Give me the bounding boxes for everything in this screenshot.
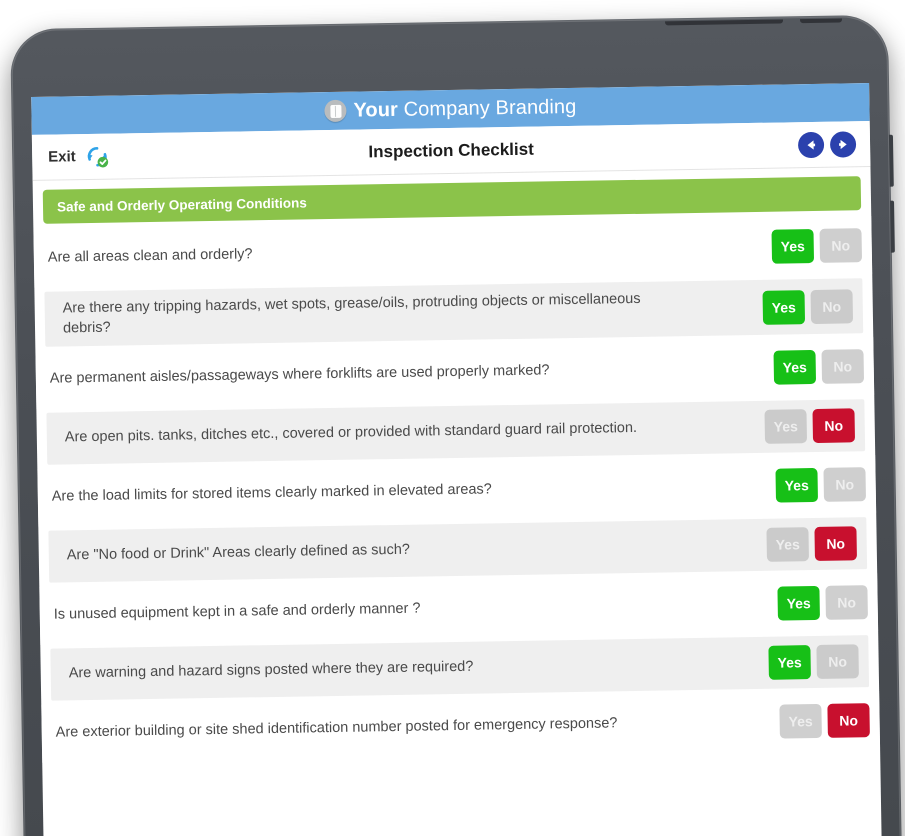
checklist-row: Is unused equipment kept in a safe and o…	[39, 573, 879, 645]
sensor-slit-icon	[800, 18, 843, 24]
yes-button[interactable]: Yes	[773, 350, 817, 385]
exit-button[interactable]: Exit	[48, 143, 110, 170]
question-text: Are there any tripping hazards, wet spot…	[62, 290, 641, 337]
yes-button[interactable]: Yes	[762, 289, 806, 325]
exit-label: Exit	[48, 148, 76, 166]
tablet-device-frame: Your Company Branding Exit Inspection Ch…	[10, 14, 903, 836]
yes-button[interactable]: Yes	[777, 586, 820, 621]
checklist-row: Are exterior building or site shed ident…	[41, 691, 881, 763]
answer-toggle-group: Yes No	[777, 585, 868, 621]
section-header: Safe and Orderly Operating Conditions	[42, 176, 862, 224]
no-button[interactable]: No	[821, 349, 865, 384]
checklist-row: Are warning and hazard signs posted wher…	[50, 635, 870, 701]
answer-toggle-group: Yes No	[768, 644, 859, 680]
yes-button[interactable]: Yes	[766, 527, 809, 562]
nav-arrows	[797, 130, 857, 158]
volume-up-button[interactable]	[888, 134, 894, 187]
checklist-row: Are "No food or Drink" Areas clearly def…	[48, 517, 868, 583]
page-title: Inspection Checklist	[368, 139, 534, 161]
answer-toggle-group: Yes No	[773, 349, 865, 385]
book-logo-icon	[324, 99, 347, 123]
no-button[interactable]: No	[825, 585, 868, 620]
yes-button[interactable]: Yes	[768, 645, 811, 680]
yes-button[interactable]: Yes	[775, 468, 819, 503]
sync-check-icon[interactable]	[83, 143, 109, 169]
question-text: Are "No food or Drink" Areas clearly def…	[66, 542, 411, 564]
checklist-row: Are all areas clean and orderly? Yes No	[33, 216, 873, 288]
branding-text: Your Company Branding	[353, 95, 576, 122]
answer-toggle-group: Yes No	[771, 228, 863, 264]
checklist-rows: Are all areas clean and orderly? Yes No Are…	[33, 216, 881, 763]
answer-toggle-group: Yes No	[764, 408, 856, 444]
no-button[interactable]: No	[819, 228, 863, 263]
app-screen: Your Company Branding Exit Inspection Ch…	[31, 83, 883, 836]
no-button[interactable]: No	[814, 526, 857, 562]
no-button[interactable]: No	[827, 703, 870, 738]
branding-rest-text: Company Branding	[397, 95, 577, 121]
no-button[interactable]: No	[812, 408, 856, 444]
arrow-right-circle-icon[interactable]	[829, 130, 857, 158]
no-button[interactable]: No	[816, 644, 859, 680]
arrow-left-circle-icon[interactable]	[797, 131, 825, 158]
yes-button[interactable]: Yes	[764, 409, 808, 444]
no-button[interactable]: No	[810, 288, 854, 324]
answer-toggle-group: Yes No	[762, 288, 854, 325]
yes-button[interactable]: Yes	[771, 228, 815, 264]
answer-toggle-group: Yes No	[775, 467, 867, 503]
question-text: Are warning and hazard signs posted wher…	[68, 659, 474, 682]
question-text: Are exterior building or site shed ident…	[55, 715, 618, 741]
question-text: Are all areas clean and orderly?	[47, 246, 253, 266]
checklist-row: Are open pits. tanks, ditches etc., cove…	[46, 399, 866, 465]
yes-button[interactable]: Yes	[779, 704, 822, 739]
branding-bold-word: Your	[353, 98, 399, 122]
screenshot-stage: Your Company Branding Exit Inspection Ch…	[0, 0, 905, 836]
volume-down-button[interactable]	[890, 200, 895, 253]
question-text: Is unused equipment kept in a safe and o…	[53, 600, 421, 623]
question-text: Are permanent aisles/passageways where f…	[49, 362, 550, 388]
question-text: Are the load limits for stored items cle…	[51, 481, 492, 505]
checklist-row: Are permanent aisles/passageways where f…	[35, 337, 875, 410]
answer-toggle-group: Yes No	[766, 526, 857, 562]
answer-toggle-group: Yes No	[779, 703, 870, 739]
speaker-slit-icon	[665, 19, 784, 26]
checklist-row: Are there any tripping hazards, wet spot…	[44, 278, 864, 347]
question-text: Are open pits. tanks, ditches etc., cove…	[64, 420, 638, 446]
checklist-row: Are the load limits for stored items cle…	[37, 455, 877, 528]
no-button[interactable]: No	[823, 467, 867, 502]
